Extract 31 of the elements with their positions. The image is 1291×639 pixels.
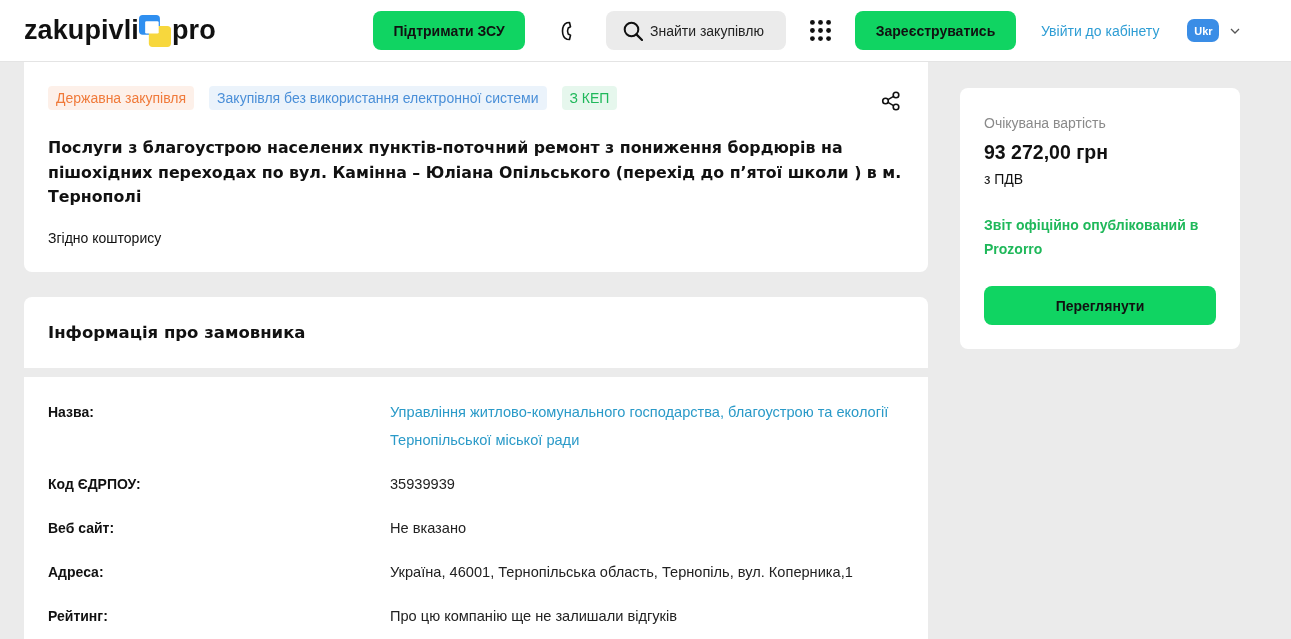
category-tag: Державна закупівля: [48, 86, 195, 110]
price-amount: 93 272,00 грн: [984, 140, 1109, 164]
search-field[interactable]: Знайти закупівлю: [606, 11, 786, 50]
field-label: Веб сайт:: [48, 518, 116, 538]
support-button[interactable]: Підтримати ЗСУ: [373, 11, 525, 50]
tender-title: Послуги з благоустрою населених пунктів-поточний ремонт з пониження бордюрів на пішохідних переходах по вул. Камінна – Юліана Опільського (перехід до п’ятої школи ) в м. Тернополі: [48, 137, 903, 208]
logo-suffix[interactable]: pro: [171, 15, 216, 46]
section-heading: Інформація про замовника: [48, 322, 306, 342]
search-icon: [623, 21, 643, 41]
report-status: Звіт офіційно опублікований в Prozorro: [984, 216, 1200, 259]
register-button[interactable]: Зареєструватись: [855, 11, 1016, 50]
category-tag: Закупівля без використання електронної системи: [209, 86, 547, 110]
field-label: Рейтинг:: [48, 606, 109, 626]
field-value: Про цю компанію ще не залишали відгуків: [390, 606, 678, 626]
logo-icon: [138, 14, 171, 47]
field-value: Не вказано: [390, 518, 468, 538]
field-label: Код ЄДРПОУ:: [48, 474, 142, 494]
logo-name[interactable]: zakupivli: [24, 15, 139, 46]
apps-grid-icon[interactable]: [810, 20, 831, 41]
field-label: Адреса:: [48, 562, 105, 582]
field-value: Україна, 46001, Тернопільська область, Тернопіль, вул. Коперника,1: [390, 562, 854, 582]
chevron-down-icon[interactable]: [1230, 27, 1241, 34]
phone-icon[interactable]: [561, 20, 573, 41]
share-icon[interactable]: [881, 91, 901, 111]
vat-note: з ПДВ: [984, 170, 1025, 189]
tender-description: Згідно кошторису: [48, 228, 163, 248]
field-label: Назва:: [48, 402, 95, 422]
field-value: 35939939: [390, 474, 456, 494]
price-label: Очікувана вартість: [984, 114, 1107, 133]
view-button[interactable]: Переглянути: [984, 286, 1216, 325]
category-tag: З КЕП: [561, 86, 618, 110]
